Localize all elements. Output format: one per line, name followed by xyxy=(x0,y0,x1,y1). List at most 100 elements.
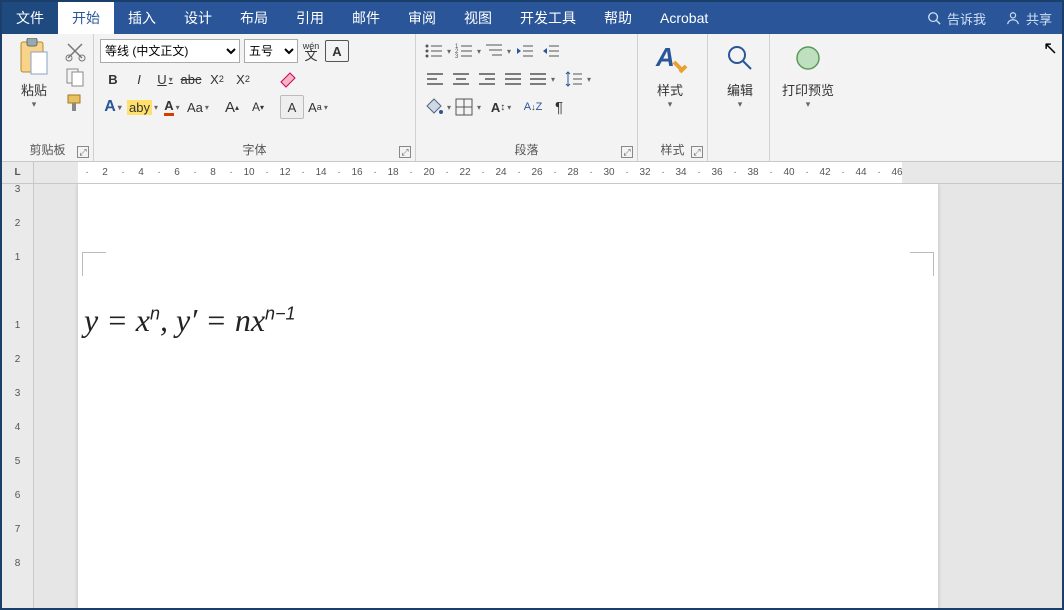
line-spacing-button[interactable]: ▾ xyxy=(563,67,591,91)
shading-button[interactable]: ▾ xyxy=(423,95,451,119)
styles-icon: A xyxy=(650,38,690,78)
eraser-icon[interactable] xyxy=(275,67,299,91)
increase-indent-button[interactable] xyxy=(539,39,563,63)
print-preview-button[interactable]: 打印预览 xyxy=(782,80,834,99)
editing-button[interactable]: 编辑 xyxy=(727,80,753,99)
paste-button[interactable]: 粘贴 xyxy=(21,80,47,99)
tab-developer[interactable]: 开发工具 xyxy=(506,2,590,34)
format-painter-button[interactable] xyxy=(63,91,87,115)
styles-dropdown[interactable]: ▾ xyxy=(668,99,673,110)
tab-file[interactable]: 文件 xyxy=(2,2,58,34)
sort-button[interactable]: A↓Z xyxy=(521,95,545,119)
clear-format-button[interactable]: A xyxy=(280,95,304,119)
tab-selector[interactable]: L xyxy=(2,162,34,183)
font-launcher[interactable]: ⤢ xyxy=(399,146,411,158)
mouse-cursor-icon: ↖ xyxy=(1043,38,1058,59)
tab-home[interactable]: 开始 xyxy=(58,2,114,34)
text-effects-button[interactable]: A▾ xyxy=(101,95,125,119)
tab-references[interactable]: 引用 xyxy=(282,2,338,34)
ruler-tick: · xyxy=(654,162,672,183)
print-preview-icon xyxy=(788,38,828,78)
editing-dropdown[interactable]: ▾ xyxy=(738,99,743,110)
font-size-select[interactable]: 五号 xyxy=(244,39,298,63)
change-case-button[interactable]: Aa▾ xyxy=(306,95,330,119)
shrink-font-button[interactable]: A▾ xyxy=(246,95,270,119)
align-right-button[interactable] xyxy=(475,67,499,91)
tab-mailings[interactable]: 邮件 xyxy=(338,2,394,34)
tell-me-label: 告诉我 xyxy=(947,9,986,28)
cut-button[interactable] xyxy=(63,39,87,63)
print-preview-dropdown[interactable]: ▾ xyxy=(806,99,811,110)
multilevel-list-button[interactable]: ▾ xyxy=(483,39,511,63)
tab-acrobat[interactable]: Acrobat xyxy=(646,2,722,34)
paragraph-launcher[interactable]: ⤢ xyxy=(621,146,633,158)
tab-view[interactable]: 视图 xyxy=(450,2,506,34)
numbering-button[interactable]: 123▾ xyxy=(453,39,481,63)
page[interactable]: y = xn, y′ = nxn−1 xyxy=(78,184,938,608)
margin-corner-tr xyxy=(910,252,934,276)
ruler-tick: · xyxy=(726,162,744,183)
ruler-tick: · xyxy=(438,162,456,183)
ruler-tick: 36 xyxy=(708,162,726,183)
superscript-button[interactable]: X2 xyxy=(231,67,255,91)
font-name-select[interactable]: 等线 (中文正文) xyxy=(100,39,240,63)
char-scaling-button[interactable]: Aa▾ xyxy=(186,95,210,119)
ruler-tick: · xyxy=(150,162,168,183)
font-color-button[interactable]: A▾ xyxy=(160,95,184,119)
align-distributed-button[interactable]: ▾ xyxy=(527,67,555,91)
character-border-button[interactable]: A xyxy=(325,40,349,62)
styles-launcher[interactable]: ⤢ xyxy=(691,146,703,158)
tab-review[interactable]: 审阅 xyxy=(394,2,450,34)
paste-icon xyxy=(14,38,54,78)
tab-design[interactable]: 设计 xyxy=(170,2,226,34)
show-marks-button[interactable]: ¶ xyxy=(547,95,571,119)
decrease-indent-button[interactable] xyxy=(513,39,537,63)
tab-insert[interactable]: 插入 xyxy=(114,2,170,34)
ruler-tick: · xyxy=(582,162,600,183)
ruler-tick: 40 xyxy=(780,162,798,183)
align-center-button[interactable] xyxy=(449,67,473,91)
group-paragraph-label: 段落 xyxy=(514,143,538,157)
paste-dropdown[interactable]: ▾ xyxy=(32,99,37,110)
text-direction-button[interactable]: A↕▾ xyxy=(489,95,513,119)
highlight-button[interactable]: aby▾ xyxy=(127,95,158,119)
ruler-tick: · xyxy=(798,162,816,183)
search-icon xyxy=(927,11,941,25)
ruler-tick: 18 xyxy=(384,162,402,183)
copy-button[interactable] xyxy=(63,65,87,89)
ruler-tick: 46 xyxy=(888,162,906,183)
tab-layout[interactable]: 布局 xyxy=(226,2,282,34)
ruler-tick: 1 xyxy=(2,320,33,331)
align-justify-button[interactable] xyxy=(501,67,525,91)
share-button[interactable]: 共享 xyxy=(996,2,1062,34)
phonetic-guide-button[interactable]: wén文 xyxy=(299,39,323,63)
horizontal-ruler[interactable]: L ·2·4·6·8·10·12·14·16·18·20·22·24·26·28… xyxy=(2,162,1062,184)
tell-me-search[interactable]: 告诉我 xyxy=(917,2,996,34)
ruler-tick: 2 xyxy=(2,218,33,229)
ruler-tick: 14 xyxy=(312,162,330,183)
ruler-tick: · xyxy=(366,162,384,183)
ruler-tick: 26 xyxy=(528,162,546,183)
ribbon-tabs: 文件 开始 插入 设计 布局 引用 邮件 审阅 视图 开发工具 帮助 Acrob… xyxy=(2,2,1062,34)
strikethrough-button[interactable]: abc xyxy=(179,67,203,91)
borders-button[interactable]: ▾ xyxy=(453,95,481,119)
subscript-button[interactable]: X2 xyxy=(205,67,229,91)
document-area[interactable]: y = xn, y′ = nxn−1 xyxy=(34,184,1062,608)
ruler-tick: 4 xyxy=(132,162,150,183)
underline-button[interactable]: U▾ xyxy=(153,67,177,91)
vertical-ruler[interactable]: 32112345678 xyxy=(2,184,34,608)
bullets-button[interactable]: ▾ xyxy=(423,39,451,63)
italic-button[interactable]: I xyxy=(127,67,151,91)
tab-help[interactable]: 帮助 xyxy=(590,2,646,34)
ruler-tick: 34 xyxy=(672,162,690,183)
equation-text[interactable]: y = xn, y′ = nxn−1 xyxy=(84,302,296,339)
clipboard-launcher[interactable]: ⤢ xyxy=(77,146,89,158)
ruler-tick: · xyxy=(258,162,276,183)
ruler-tick: · xyxy=(222,162,240,183)
ruler-tick: 12 xyxy=(276,162,294,183)
ruler-tick: 2 xyxy=(96,162,114,183)
align-left-button[interactable] xyxy=(423,67,447,91)
bold-button[interactable]: B xyxy=(101,67,125,91)
grow-font-button[interactable]: A▴ xyxy=(220,95,244,119)
styles-button[interactable]: 样式 xyxy=(657,80,683,99)
